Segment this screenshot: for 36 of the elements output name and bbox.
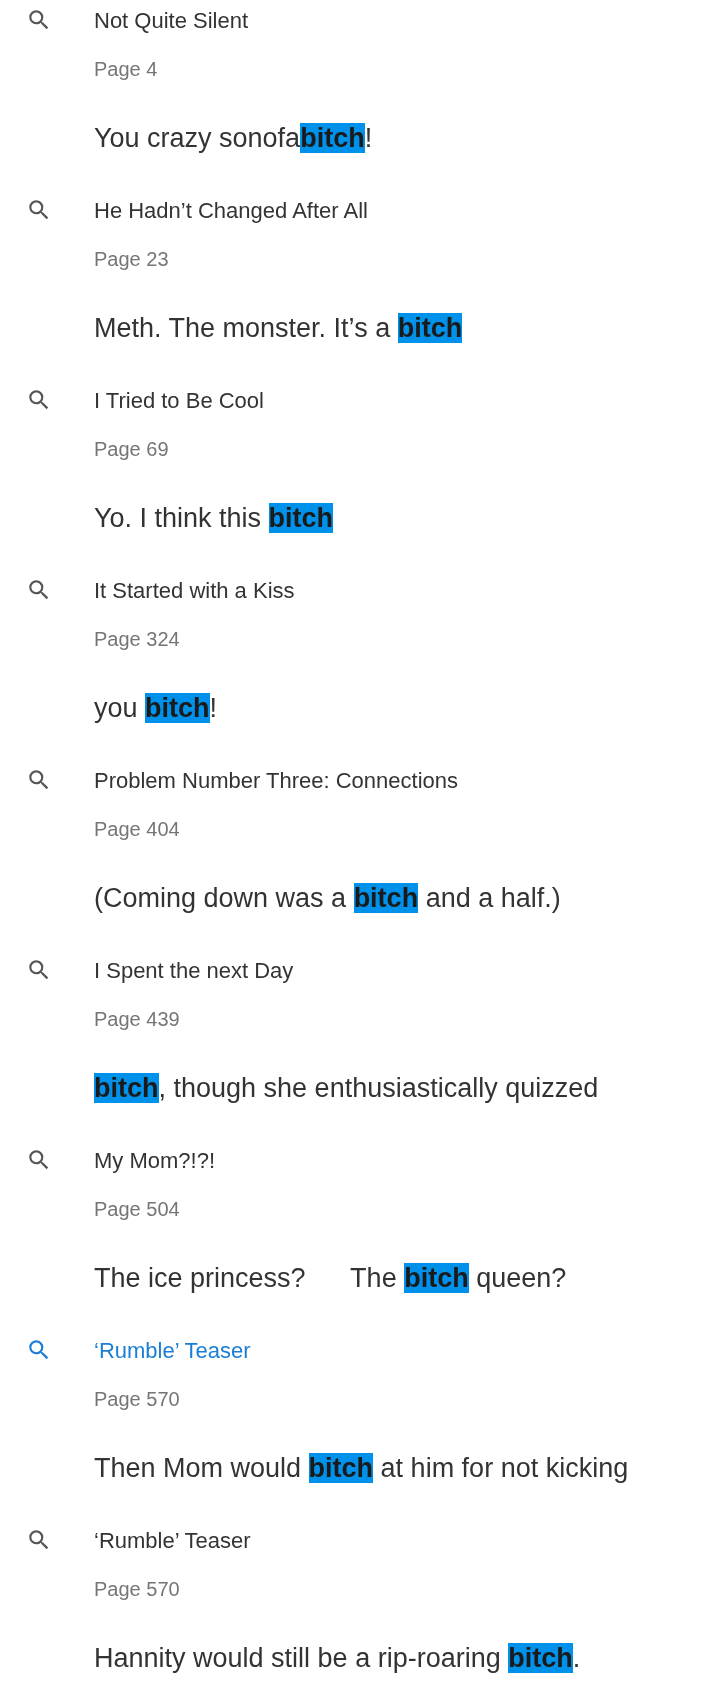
- search-result[interactable]: My Mom?!?! Page 504 The ice princess? The bitch queen?: [0, 1140, 716, 1330]
- result-snippet: Yo. I think this bitch: [94, 502, 335, 535]
- search-result[interactable]: I Tried to Be Cool Page 69 Yo. I think this bitch: [0, 380, 716, 570]
- search-result[interactable]: I Spent the next Day Page 439 bitch, though she enthusiastically quizzed: [0, 950, 716, 1140]
- search-result[interactable]: Not Quite Silent Page 4 You crazy sonofabitch!: [0, 0, 716, 190]
- result-snippet: You crazy sonofabitch!: [94, 122, 374, 155]
- search-result[interactable]: He Hadn’t Changed After All Page 23 Meth. The monster. It’s a bitch: [0, 190, 716, 380]
- result-snippet: Hannity would still be a rip-roaring bitch.: [94, 1642, 582, 1675]
- result-snippet: Then Mom would bitch at him for not kicking: [94, 1452, 630, 1485]
- page-number: Page 504: [94, 1197, 180, 1222]
- result-snippet: Meth. The monster. It’s a bitch: [94, 312, 464, 345]
- result-snippet: you bitch!: [94, 692, 219, 725]
- chapter-title: I Spent the next Day: [94, 956, 294, 985]
- search-result[interactable]: ‘Rumble’ Teaser Page 570 Hannity would still be a rip-roaring bitch.: [0, 1520, 716, 1697]
- chapter-title: Not Quite Silent: [94, 6, 249, 35]
- page-number: Page 570: [94, 1577, 180, 1602]
- page-number: Page 69: [94, 437, 169, 462]
- chapter-title: It Started with a Kiss: [94, 576, 295, 605]
- page-number: Page 404: [94, 817, 180, 842]
- page-number: Page 570: [94, 1387, 180, 1412]
- result-snippet: The ice princess? The bitch queen?: [94, 1262, 568, 1295]
- page-number: Page 324: [94, 627, 180, 652]
- chapter-title: He Hadn’t Changed After All: [94, 196, 368, 225]
- page-number: Page 439: [94, 1007, 180, 1032]
- search-result[interactable]: Problem Number Three: Connections Page 404 (Coming down was a bitch and a half.): [0, 760, 716, 950]
- result-snippet: (Coming down was a bitch and a half.): [94, 882, 562, 915]
- chapter-title: I Tried to Be Cool: [94, 386, 264, 415]
- search-result[interactable]: ‘Rumble’ Teaser Page 570 Then Mom would bitch at him for not kicking: [0, 1330, 716, 1520]
- chapter-title: ‘Rumble’ Teaser: [94, 1336, 251, 1365]
- result-snippet: bitch, though she enthusiastically quizzed: [94, 1072, 600, 1105]
- chapter-title: Problem Number Three: Connections: [94, 766, 458, 795]
- chapter-title: ‘Rumble’ Teaser: [94, 1526, 251, 1555]
- page-number: Page 4: [94, 57, 158, 82]
- page-number: Page 23: [94, 247, 169, 272]
- chapter-title: My Mom?!?!: [94, 1146, 216, 1175]
- search-result[interactable]: It Started with a Kiss Page 324 you bitch!: [0, 570, 716, 760]
